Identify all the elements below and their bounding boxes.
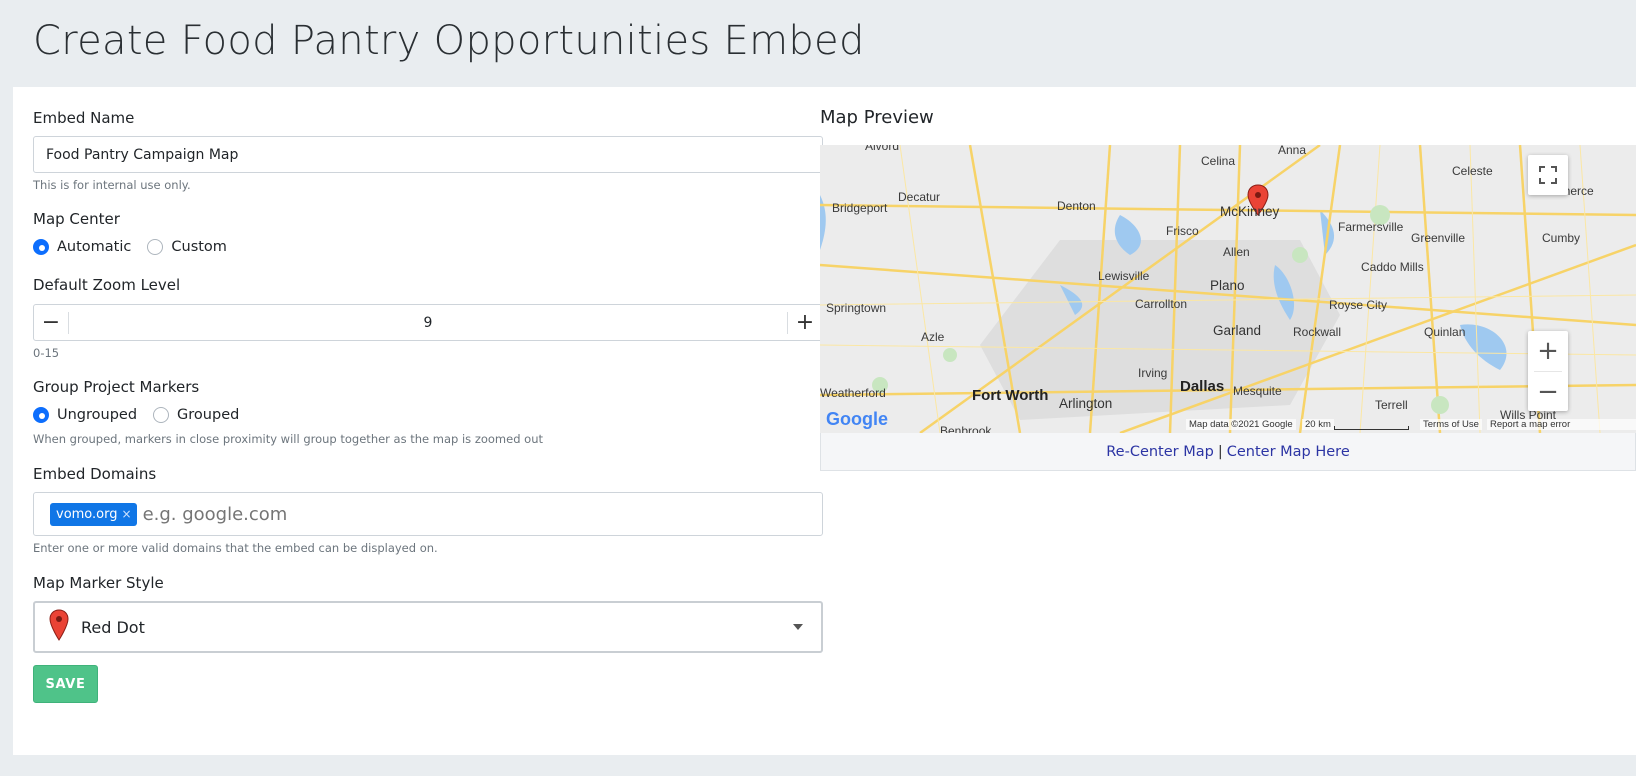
center-map-here-link[interactable]: Center Map Here	[1227, 444, 1350, 460]
map-city-label: Cumby	[1542, 231, 1581, 245]
group-markers-grouped-option[interactable]: Grouped	[153, 407, 239, 423]
map-pin-icon	[49, 609, 69, 645]
map-city-label: Benbrook	[940, 424, 992, 433]
group-markers-ungrouped-radio[interactable]	[33, 407, 49, 423]
report-error-link[interactable]: Report a map error	[1487, 419, 1636, 430]
map-city-label: Celeste	[1452, 164, 1493, 178]
map-city-label: Denton	[1057, 199, 1096, 213]
map-city-label: Farmersville	[1338, 220, 1404, 234]
map-city-label: Allen	[1223, 245, 1250, 259]
map-center-custom-label: Custom	[171, 239, 227, 255]
map-city-label: Caddo Mills	[1361, 260, 1424, 274]
embed-domains-help: Enter one or more valid domains that the…	[33, 541, 438, 555]
link-separator: |	[1217, 443, 1223, 460]
group-markers-grouped-label: Grouped	[177, 407, 240, 423]
map-zoom-out-button[interactable]: −	[1537, 372, 1559, 411]
group-markers-ungrouped-label: Ungrouped	[57, 407, 138, 423]
zoom-increment-button[interactable]: +	[788, 305, 822, 340]
map-attribution: Map data ©2021 Google	[1186, 419, 1296, 430]
map-scale: 20 km	[1302, 419, 1334, 430]
marker-style-select[interactable]: Red Dot	[33, 601, 823, 653]
map-center-automatic-radio[interactable]	[33, 239, 49, 255]
fullscreen-button[interactable]	[1528, 155, 1568, 195]
map-city-label: Anna	[1278, 145, 1307, 157]
map-city-label: Springtown	[826, 301, 887, 315]
marker-style-value: Red Dot	[81, 617, 145, 637]
embed-name-label: Embed Name	[33, 109, 135, 127]
map-city-label: Arlington	[1059, 396, 1113, 411]
map-preview-title: Map Preview	[820, 107, 934, 128]
save-button[interactable]: SAVE	[33, 665, 98, 703]
map-city-label: Weatherford	[820, 386, 886, 400]
domain-tag: vomo.org ×	[50, 502, 137, 526]
group-markers-ungrouped-option[interactable]: Ungrouped	[33, 407, 137, 423]
domain-entry-field[interactable]	[140, 502, 806, 526]
embed-domains-label: Embed Domains	[33, 465, 157, 483]
embed-domains-input[interactable]: vomo.org ×	[33, 492, 823, 536]
terms-link[interactable]: Terms of Use	[1420, 419, 1482, 430]
map-city-label: Plano	[1210, 278, 1245, 293]
chevron-down-icon	[793, 624, 803, 630]
zoom-level-label: Default Zoom Level	[33, 276, 181, 294]
map-city-label: Terrell	[1375, 398, 1408, 412]
page-header: Create Food Pantry Opportunities Embed	[0, 0, 1636, 87]
domain-tag-label: vomo.org	[56, 506, 118, 522]
map-city-label: Frisco	[1166, 224, 1199, 238]
page-title: Create Food Pantry Opportunities Embed	[33, 18, 865, 64]
group-markers-help: When grouped, markers in close proximity…	[33, 432, 544, 446]
map-city-label: Fort Worth	[972, 387, 1049, 404]
group-markers-radio-group: Ungrouped Grouped	[33, 407, 255, 423]
map-zoom-controls: + −	[1528, 331, 1568, 411]
map-city-label: Mesquite	[1233, 384, 1282, 398]
embed-form-card: Embed Name This is for internal use only…	[13, 87, 1636, 755]
marker-style-label: Map Marker Style	[33, 574, 164, 592]
fullscreen-icon	[1539, 166, 1557, 184]
map-city-label: Carrollton	[1135, 297, 1188, 311]
map-city-label: Dallas	[1180, 378, 1225, 395]
map-center-automatic-option[interactable]: Automatic	[33, 239, 131, 255]
map-city-label: Bridgeport	[832, 201, 888, 215]
map-city-label: Celina	[1201, 154, 1236, 168]
map-footer: Re-Center Map | Center Map Here	[820, 433, 1636, 471]
map-city-label: Greenville	[1411, 231, 1466, 245]
map-city-label: Lewisville	[1098, 269, 1150, 283]
group-markers-label: Group Project Markers	[33, 378, 200, 396]
scale-bar	[1334, 426, 1409, 430]
map-canvas[interactable]: Alvord Celina Anna Celeste Decatur Dento…	[820, 145, 1636, 433]
map-center-custom-radio[interactable]	[147, 239, 164, 255]
zoom-level-help: 0-15	[33, 346, 60, 360]
embed-name-help: This is for internal use only.	[33, 178, 191, 192]
map-city-label: Alvord	[865, 145, 900, 153]
map-city-label: Rockwall	[1293, 325, 1342, 339]
map-center-custom-option[interactable]: Custom	[147, 239, 227, 255]
map-center-automatic-label: Automatic	[57, 239, 132, 255]
map-city-label: Royse City	[1329, 298, 1388, 312]
map-city-label: Decatur	[898, 190, 941, 204]
zoom-decrement-button[interactable]: −	[34, 305, 68, 340]
remove-tag-icon[interactable]: ×	[122, 507, 132, 521]
map-city-label: McKinney	[1220, 204, 1280, 219]
google-logo: Google	[826, 409, 888, 429]
group-markers-grouped-radio[interactable]	[153, 407, 170, 423]
map-center-label: Map Center	[33, 210, 120, 228]
map-center-radio-group: Automatic Custom	[33, 239, 243, 255]
map-city-label: Azle	[921, 330, 945, 344]
map-city-label: Irving	[1138, 366, 1168, 380]
zoom-level-value[interactable]: 9	[69, 315, 787, 331]
zoom-level-stepper: − 9 +	[33, 304, 823, 341]
recenter-map-link[interactable]: Re-Center Map	[1106, 444, 1214, 460]
map-zoom-in-button[interactable]: +	[1537, 331, 1559, 371]
map-city-label: Quinlan	[1424, 325, 1466, 339]
map-city-label: Garland	[1213, 323, 1262, 338]
embed-name-input[interactable]	[33, 136, 823, 173]
